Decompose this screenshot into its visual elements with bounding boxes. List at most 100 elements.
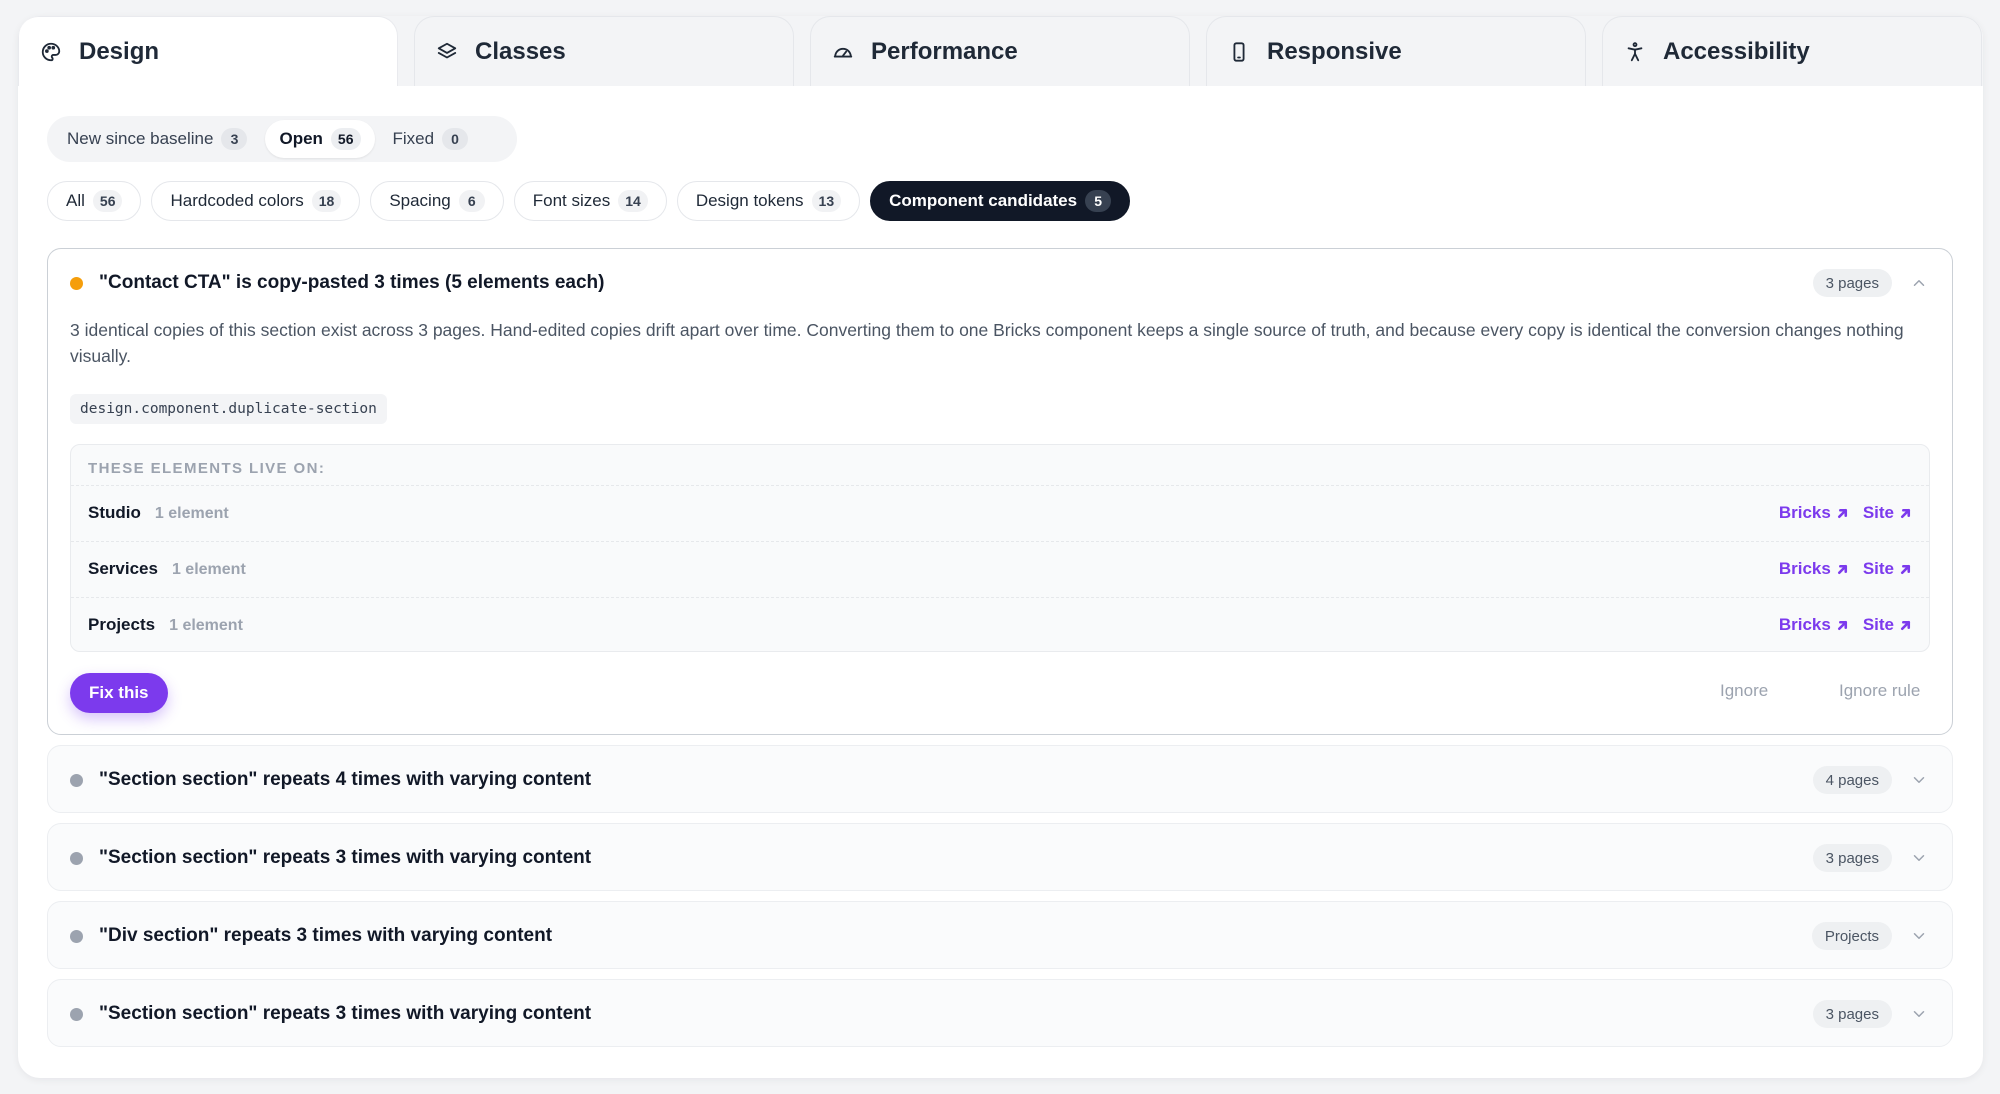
status-label: Open bbox=[279, 129, 323, 148]
chip-design-tokens[interactable]: Design tokens 13 bbox=[676, 181, 861, 221]
site-link[interactable]: Site bbox=[1863, 615, 1912, 635]
issue-header[interactable]: "Section section" repeats 3 times with v… bbox=[48, 980, 1952, 1048]
affected-pages-heading: THESE ELEMENTS LIVE ON: bbox=[88, 460, 326, 477]
affected-pages: THESE ELEMENTS LIVE ON: Studio 1 element … bbox=[70, 444, 1930, 652]
element-count: 1 element bbox=[154, 505, 229, 522]
element-count: 1 element bbox=[171, 561, 246, 578]
layers-icon bbox=[435, 40, 459, 64]
issue-card[interactable]: "Section section" repeats 3 times with v… bbox=[47, 979, 1953, 1047]
count-badge: 56 bbox=[92, 190, 123, 212]
tab-responsive[interactable]: Responsive bbox=[1206, 16, 1586, 86]
bricks-link[interactable]: Bricks bbox=[1779, 503, 1849, 523]
smartphone-icon bbox=[1227, 40, 1251, 64]
external-link-icon bbox=[1837, 620, 1847, 630]
external-link-icon bbox=[1900, 508, 1911, 518]
page-links: Bricks Site bbox=[1765, 615, 1912, 635]
chevron-down-icon[interactable] bbox=[1910, 927, 1928, 945]
page-name: Studio 1 element bbox=[88, 503, 229, 522]
page-row: Studio 1 element Bricks Site bbox=[71, 485, 1929, 540]
page-name: Projects 1 element bbox=[88, 615, 243, 634]
chevron-down-icon[interactable] bbox=[1910, 849, 1928, 867]
tab-design[interactable]: Design bbox=[18, 16, 398, 86]
palette-icon bbox=[39, 40, 63, 64]
pages-badge: 3 pages bbox=[1812, 1000, 1892, 1028]
count-badge: 3 bbox=[221, 128, 248, 150]
issue-header[interactable]: "Section section" repeats 3 times with v… bbox=[48, 824, 1952, 892]
issue-card[interactable]: "Section section" repeats 3 times with v… bbox=[47, 823, 1953, 891]
tab-performance[interactable]: Performance bbox=[810, 16, 1190, 86]
chip-label: Spacing bbox=[389, 191, 451, 210]
external-link-icon bbox=[1837, 508, 1847, 518]
site-link[interactable]: Site bbox=[1863, 503, 1912, 523]
count-badge: 5 bbox=[1085, 190, 1112, 212]
site-link[interactable]: Site bbox=[1863, 559, 1912, 579]
tab-accessibility[interactable]: Accessibility bbox=[1602, 16, 1982, 86]
issue-header[interactable]: "Div section" repeats 3 times with varyi… bbox=[48, 902, 1952, 970]
page-links: Bricks Site bbox=[1765, 559, 1912, 579]
status-fixed[interactable]: Fixed 0 bbox=[379, 120, 483, 158]
issue-card[interactable]: "Div section" repeats 3 times with varyi… bbox=[47, 901, 1953, 969]
chip-label: All bbox=[66, 191, 85, 210]
status-label: New since baseline bbox=[67, 129, 214, 148]
external-link-icon bbox=[1900, 620, 1911, 630]
issue-header[interactable]: "Contact CTA" is copy-pasted 3 times (5 … bbox=[48, 249, 1952, 317]
count-badge: 18 bbox=[311, 190, 342, 212]
tab-label: Performance bbox=[871, 37, 1018, 65]
status-open[interactable]: Open 56 bbox=[265, 120, 375, 158]
issue-description: 3 identical copies of this section exist… bbox=[70, 320, 1904, 366]
tab-classes[interactable]: Classes bbox=[414, 16, 794, 86]
tab-label: Classes bbox=[475, 37, 566, 65]
status-filter: New since baseline 3 Open 56 Fixed 0 bbox=[47, 116, 517, 162]
external-link-icon bbox=[1900, 564, 1911, 574]
page-name: Services 1 element bbox=[88, 559, 246, 578]
issue-title: "Div section" repeats 3 times with varyi… bbox=[99, 925, 553, 946]
chip-font-sizes[interactable]: Font sizes 14 bbox=[513, 181, 667, 221]
tab-label: Design bbox=[79, 37, 160, 65]
count-badge: 13 bbox=[811, 190, 842, 212]
chip-component-candidates[interactable]: Component candidates 5 bbox=[870, 181, 1131, 221]
issue-card-expanded: "Contact CTA" is copy-pasted 3 times (5 … bbox=[47, 248, 1953, 735]
page-badge: Projects bbox=[1811, 922, 1892, 950]
issue-header[interactable]: "Section section" repeats 4 times with v… bbox=[48, 746, 1952, 814]
count-badge: 56 bbox=[330, 128, 361, 150]
chevron-up-icon[interactable] bbox=[1910, 274, 1928, 292]
pages-badge: 3 pages bbox=[1812, 269, 1892, 297]
tab-bar: Design Classes Performance Responsive Ac… bbox=[18, 16, 1983, 86]
severity-dot bbox=[70, 276, 83, 290]
tab-label: Accessibility bbox=[1663, 37, 1810, 65]
issue-title: "Section section" repeats 3 times with v… bbox=[99, 1003, 592, 1024]
ignore-rule-button[interactable]: Ignore rule bbox=[1839, 681, 1920, 701]
severity-dot bbox=[70, 929, 83, 943]
ignore-button[interactable]: Ignore bbox=[1720, 681, 1768, 701]
gauge-icon bbox=[831, 40, 855, 64]
chip-spacing[interactable]: Spacing 6 bbox=[370, 181, 504, 221]
bricks-link[interactable]: Bricks bbox=[1779, 559, 1849, 579]
severity-dot bbox=[70, 1007, 83, 1021]
issue-title: "Contact CTA" is copy-pasted 3 times (5 … bbox=[99, 272, 605, 293]
chip-all[interactable]: All 56 bbox=[47, 181, 142, 221]
status-new-since-baseline[interactable]: New since baseline 3 bbox=[53, 120, 261, 158]
chip-label: Design tokens bbox=[695, 191, 804, 210]
accessibility-icon bbox=[1623, 40, 1647, 64]
rule-id: design.component.duplicate-section bbox=[70, 394, 387, 424]
pages-badge: 3 pages bbox=[1812, 844, 1892, 872]
audit-panel: Design Classes Performance Responsive Ac… bbox=[18, 16, 1983, 1078]
fix-this-button[interactable]: Fix this bbox=[70, 673, 168, 713]
issue-title: "Section section" repeats 3 times with v… bbox=[99, 847, 592, 868]
chevron-down-icon[interactable] bbox=[1910, 1005, 1928, 1023]
element-count: 1 element bbox=[169, 617, 243, 634]
issue-title: "Section section" repeats 4 times with v… bbox=[99, 769, 592, 790]
chip-label: Component candidates bbox=[889, 191, 1078, 210]
severity-dot bbox=[70, 851, 83, 865]
page-row: Services 1 element Bricks Site bbox=[71, 541, 1929, 596]
count-badge: 0 bbox=[442, 128, 469, 150]
tab-label: Responsive bbox=[1267, 37, 1402, 65]
chip-label: Font sizes bbox=[532, 191, 611, 210]
external-link-icon bbox=[1837, 564, 1847, 574]
bricks-link[interactable]: Bricks bbox=[1779, 615, 1849, 635]
issue-card[interactable]: "Section section" repeats 4 times with v… bbox=[47, 745, 1953, 813]
status-label: Fixed bbox=[392, 129, 435, 148]
severity-dot bbox=[70, 773, 83, 787]
chevron-down-icon[interactable] bbox=[1910, 771, 1928, 789]
chip-hardcoded-colors[interactable]: Hardcoded colors 18 bbox=[151, 181, 361, 221]
